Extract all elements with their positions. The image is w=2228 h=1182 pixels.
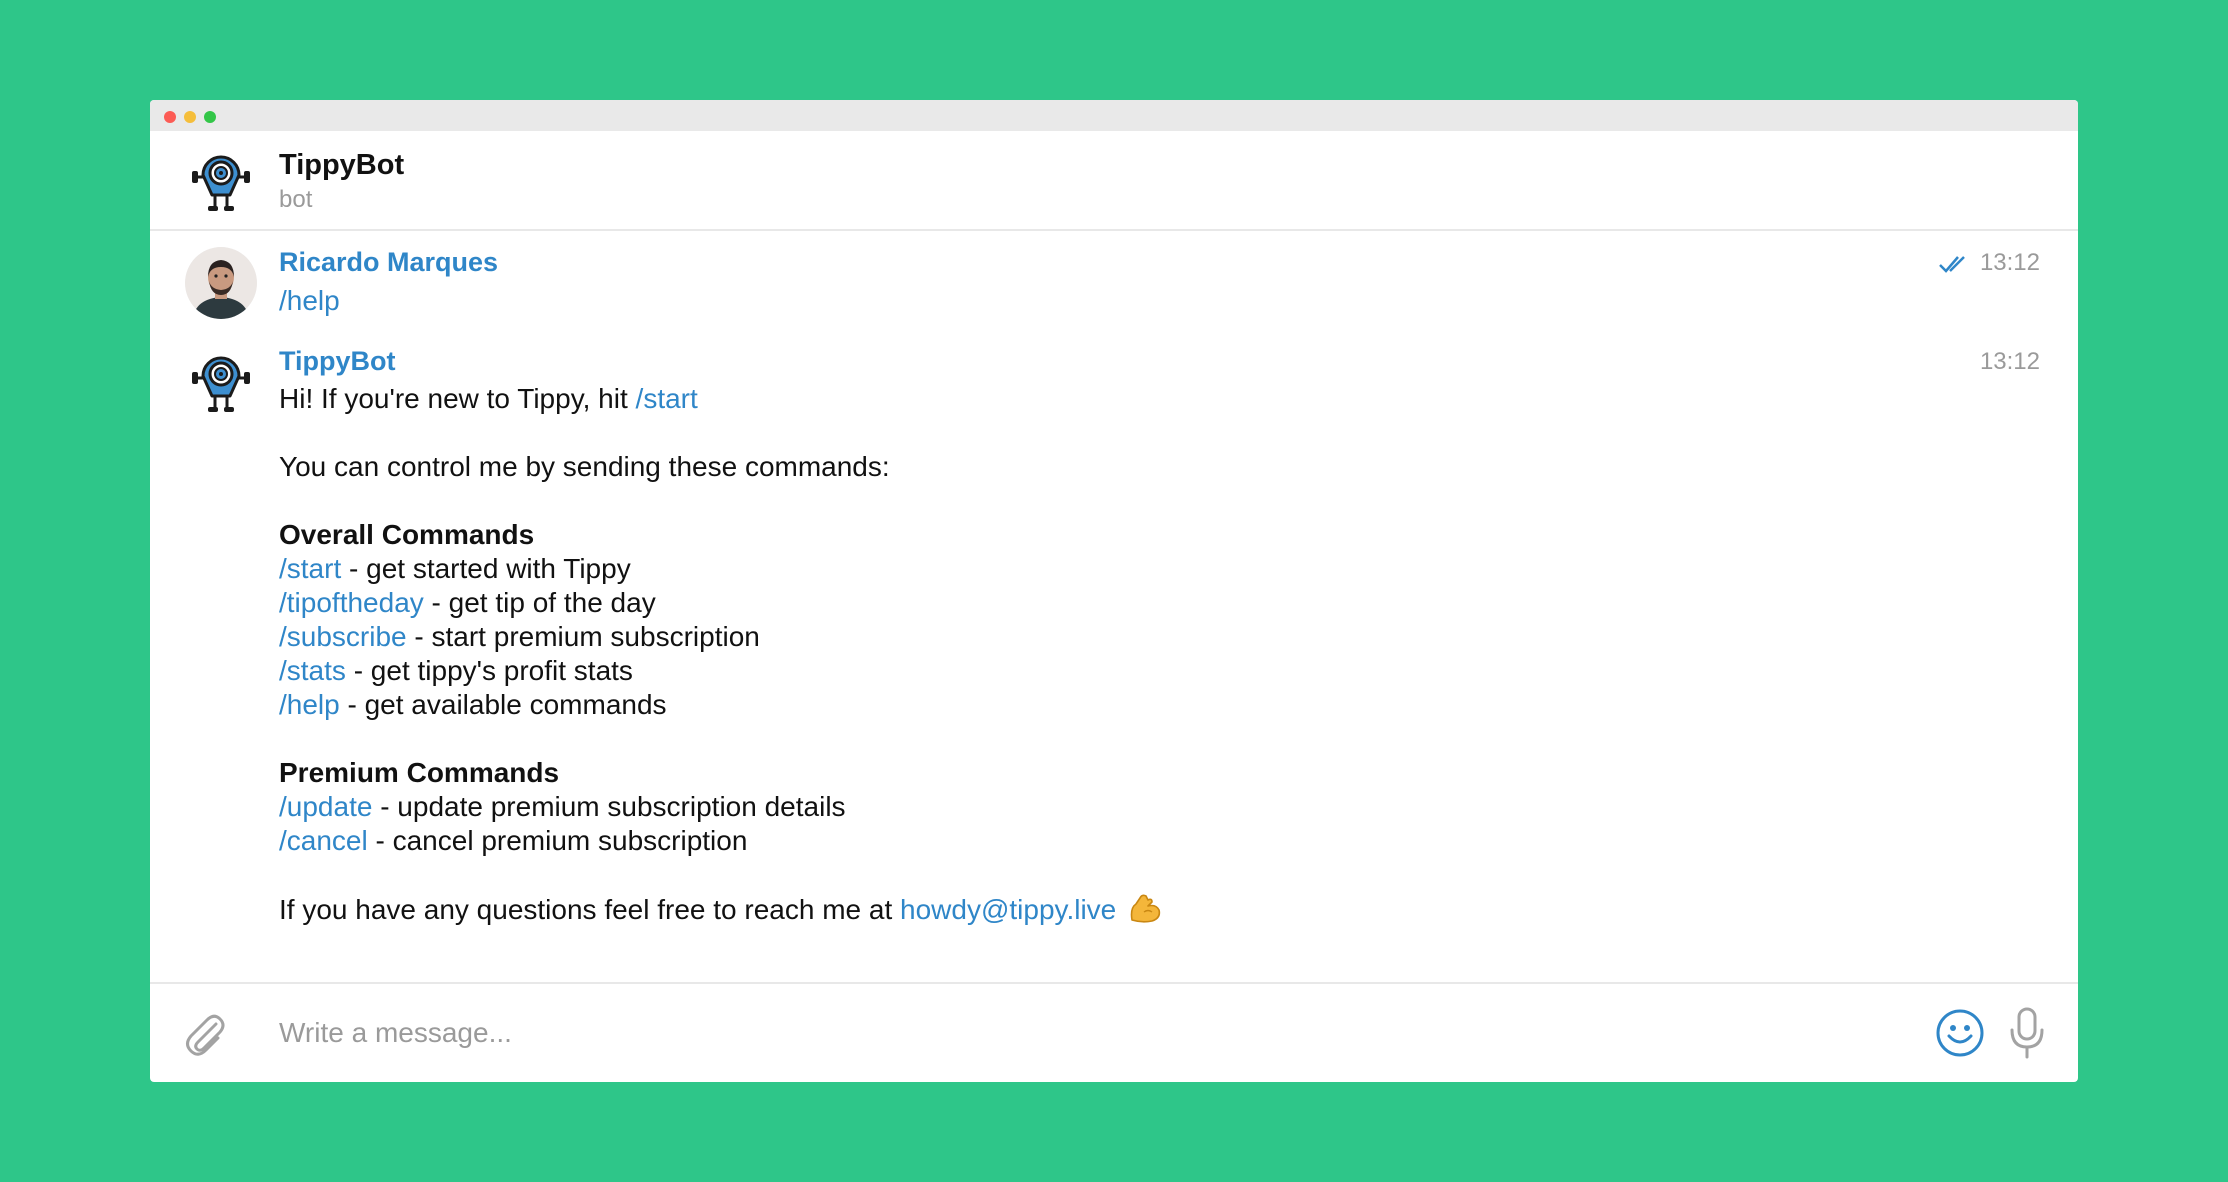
chat-window: TippyBot bot Ricardo Marques 13:12 /help…: [150, 100, 2078, 1082]
chat-header[interactable]: TippyBot bot: [150, 131, 2078, 231]
message-time: 13:12: [1979, 249, 2040, 276]
command-line: /subscribe - start premium subscription: [279, 620, 1162, 654]
zoom-window-button[interactable]: [204, 111, 216, 123]
overall-commands-heading: Overall Commands: [279, 519, 535, 550]
message-sender[interactable]: Ricardo Marques: [279, 247, 498, 278]
command-link[interactable]: /start: [636, 383, 698, 414]
flexed-biceps-icon: [1130, 894, 1161, 923]
chat-subtitle: bot: [279, 186, 313, 213]
command-description: - get tip of the day: [423, 587, 656, 618]
message-item: Ricardo Marques 13:12 /help: [150, 247, 2078, 319]
outro-text: If you have any questions feel free to r…: [279, 894, 901, 925]
premium-commands-heading: Premium Commands: [279, 757, 560, 788]
intro-line: Hi! If you're new to Tippy, hit /start: [279, 382, 1162, 416]
chat-title[interactable]: TippyBot: [279, 149, 404, 182]
command-description: - get available commands: [339, 689, 667, 720]
user-avatar[interactable]: [185, 247, 257, 319]
message-sender[interactable]: TippyBot: [279, 346, 396, 377]
command-description: - get tippy's profit stats: [345, 655, 633, 686]
outro-line: If you have any questions feel free to r…: [279, 892, 1162, 926]
robot-icon[interactable]: [190, 149, 252, 213]
smiley-icon[interactable]: [1935, 1008, 1985, 1058]
message-item: TippyBot 13:12 Hi! If you're new to Tipp…: [150, 346, 2078, 946]
command-description: - start premium subscription: [406, 621, 760, 652]
email-link[interactable]: howdy@tippy.live: [900, 894, 1116, 925]
command-line: /tipoftheday - get tip of the day: [279, 586, 1162, 620]
command-description: - update premium subscription details: [372, 791, 846, 822]
command-link[interactable]: /cancel: [279, 825, 368, 856]
command-link[interactable]: /start: [279, 553, 341, 584]
command-link[interactable]: /help: [279, 285, 340, 316]
command-link[interactable]: /help: [279, 689, 340, 720]
title-bar: [150, 100, 2078, 131]
message-composer: [150, 982, 2078, 1082]
command-line: /update - update premium subscription de…: [279, 790, 1162, 824]
command-link[interactable]: /update: [279, 791, 372, 822]
message-text: Hi! If you're new to Tippy, hit /start Y…: [279, 382, 1162, 926]
command-description: - cancel premium subscription: [367, 825, 748, 856]
message-input[interactable]: [277, 1008, 1381, 1058]
command-link[interactable]: /tipoftheday: [279, 587, 424, 618]
command-line: /stats - get tippy's profit stats: [279, 654, 1162, 688]
minimize-window-button[interactable]: [184, 111, 196, 123]
read-checkmarks-icon: [1939, 256, 1965, 273]
robot-icon[interactable]: [190, 350, 252, 414]
microphone-icon[interactable]: [2006, 1006, 2048, 1060]
control-text: You can control me by sending these comm…: [279, 451, 890, 482]
command-line: /start - get started with Tippy: [279, 552, 1162, 586]
command-description: - get started with Tippy: [341, 553, 631, 584]
message-list[interactable]: Ricardo Marques 13:12 /help TippyBot 13:…: [150, 231, 2078, 983]
message-text: /help: [279, 284, 340, 318]
paperclip-icon[interactable]: [182, 1010, 228, 1058]
command-line: /cancel - cancel premium subscription: [279, 824, 1162, 858]
message-time: 13:12: [1979, 348, 2040, 375]
intro-text: Hi! If you're new to Tippy, hit: [279, 383, 636, 414]
command-link[interactable]: /stats: [279, 655, 346, 686]
close-window-button[interactable]: [164, 111, 176, 123]
command-line: /help - get available commands: [279, 688, 1162, 722]
command-link[interactable]: /subscribe: [279, 621, 407, 652]
